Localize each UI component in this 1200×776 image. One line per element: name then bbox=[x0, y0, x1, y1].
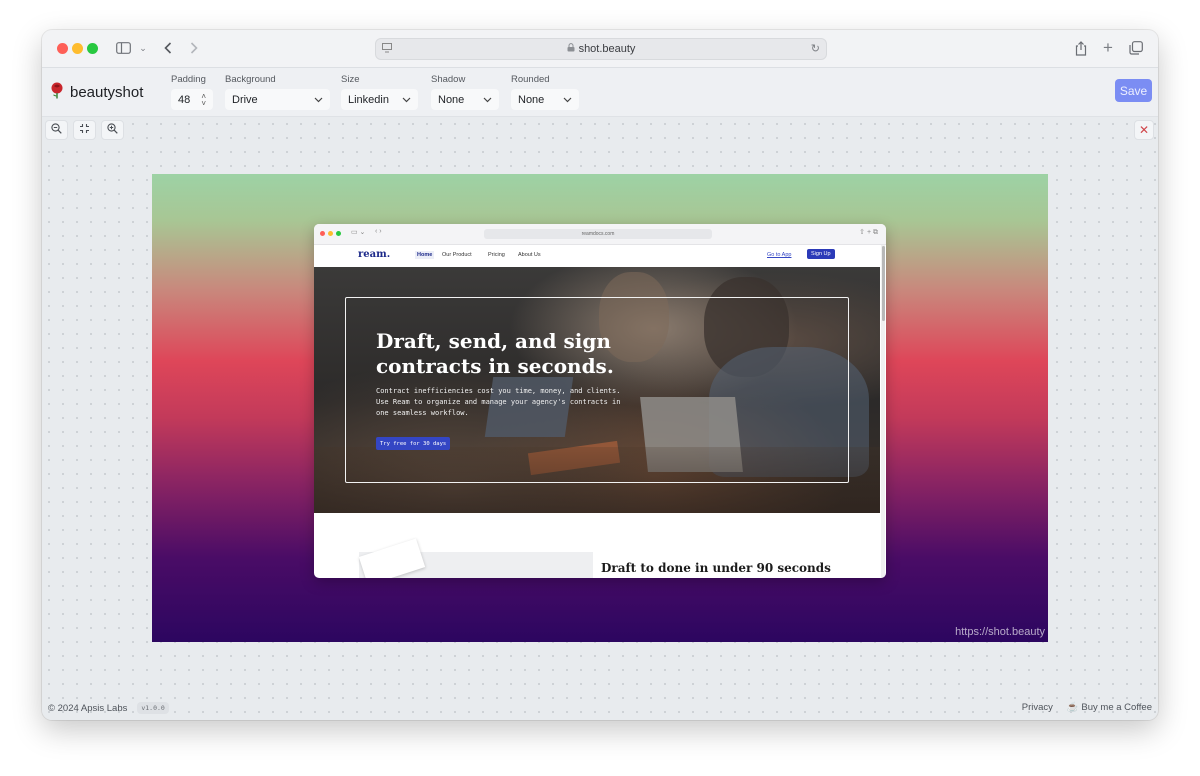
preview-address-bar: reamdocs.com bbox=[484, 229, 712, 239]
preview-go-to-app: Go to App bbox=[767, 252, 792, 258]
maximize-window-button[interactable] bbox=[87, 43, 98, 54]
preview-toolbar-icons: ⇧ + ⧉ bbox=[859, 229, 878, 236]
forward-icon[interactable] bbox=[185, 39, 203, 57]
preview-max-dot bbox=[336, 231, 341, 236]
section-title: Draft to done in under 90 seconds bbox=[601, 561, 831, 575]
shadow-label: Shadow bbox=[431, 74, 466, 85]
preview-url: reamdocs.com bbox=[581, 231, 615, 237]
size-select[interactable]: Linkedin bbox=[341, 89, 418, 110]
size-label: Size bbox=[341, 74, 360, 85]
lock-icon bbox=[567, 43, 575, 55]
preview-nav-about: About Us bbox=[518, 252, 541, 258]
close-button[interactable]: ✕ bbox=[1134, 120, 1154, 140]
zoom-out-icon bbox=[51, 123, 62, 137]
address-bar[interactable]: shot.beauty ↻ bbox=[375, 38, 827, 60]
preview-titlebar: ▭ ⌄ ‹ › reamdocs.com ⇧ + ⧉ bbox=[314, 224, 886, 245]
close-icon: ✕ bbox=[1138, 123, 1150, 137]
padding-value: 48 bbox=[178, 93, 191, 106]
zoom-in-button[interactable] bbox=[101, 120, 124, 140]
coffee-link[interactable]: ☕ Buy me a Coffee bbox=[1067, 702, 1152, 713]
background-value: Drive bbox=[232, 93, 258, 106]
screenshot-preview: ▭ ⌄ ‹ › reamdocs.com ⇧ + ⧉ ream. Home Ou… bbox=[314, 224, 886, 578]
preview-nav-pricing: Pricing bbox=[488, 252, 505, 258]
chevron-down-icon bbox=[563, 94, 572, 106]
close-window-button[interactable] bbox=[57, 43, 68, 54]
back-icon[interactable] bbox=[159, 39, 177, 57]
preview-hero: Draft, send, and sign contracts in secon… bbox=[314, 267, 880, 513]
preview-logo: ream. bbox=[358, 249, 391, 260]
hero-text: Contract inefficiencies cost you time, m… bbox=[376, 387, 621, 417]
zoom-out-button[interactable] bbox=[45, 120, 68, 140]
preview-sidebar-icon: ▭ ⌄ bbox=[351, 229, 366, 236]
shadow-value: None bbox=[438, 93, 465, 106]
background-control: Background Drive bbox=[225, 73, 330, 110]
preview-nav-icons: ‹ › bbox=[375, 228, 382, 235]
rounded-control: Rounded None bbox=[511, 73, 579, 110]
stepper-icon[interactable]: ˄ ˅ bbox=[201, 92, 206, 107]
shadow-select[interactable]: None bbox=[431, 89, 499, 110]
reload-icon[interactable]: ↻ bbox=[811, 42, 820, 55]
background-select[interactable]: Drive bbox=[225, 89, 330, 110]
rounded-value: None bbox=[518, 93, 545, 106]
tabs-icon[interactable] bbox=[1127, 39, 1145, 57]
coffee-icon: ☕ bbox=[1066, 702, 1079, 713]
coffee-label: Buy me a Coffee bbox=[1081, 702, 1152, 713]
save-button[interactable]: Save bbox=[1115, 79, 1152, 102]
rose-logo-icon bbox=[50, 82, 64, 103]
preview-scroll-thumb bbox=[882, 246, 885, 321]
share-icon[interactable] bbox=[1072, 39, 1090, 57]
brand-name: beautyshot bbox=[70, 84, 144, 101]
app-footer: © 2024 Apsis Labs v1.0.0 Privacy ☕ Buy m… bbox=[42, 698, 1158, 720]
url-text: shot.beauty bbox=[578, 43, 636, 55]
zoom-in-icon bbox=[107, 123, 118, 137]
size-control: Size Linkedin bbox=[341, 73, 418, 110]
padding-label: Padding bbox=[171, 74, 206, 85]
preview-sign-up: Sign Up bbox=[807, 249, 835, 259]
browser-window: ⌄ shot.beauty ↻ + beautyshot Padding 48 … bbox=[42, 30, 1158, 720]
preview-nav-home: Home bbox=[415, 251, 435, 259]
chevron-down-icon bbox=[314, 94, 323, 106]
chevron-down-icon[interactable]: ⌄ bbox=[134, 39, 152, 57]
chevron-down-icon bbox=[483, 94, 492, 106]
copyright-text: © 2024 Apsis Labs bbox=[48, 702, 128, 714]
preview-nav-product: Our Product bbox=[442, 252, 472, 258]
preview-navbar: ream. Home Our Product Pricing About Us … bbox=[314, 245, 886, 267]
size-value: Linkedin bbox=[348, 93, 389, 106]
preview-background: ▭ ⌄ ‹ › reamdocs.com ⇧ + ⧉ ream. Home Ou… bbox=[152, 174, 1048, 642]
rounded-select[interactable]: None bbox=[511, 89, 579, 110]
page-icon bbox=[382, 43, 392, 56]
sidebar-icon[interactable] bbox=[114, 39, 132, 57]
fit-icon bbox=[79, 123, 90, 137]
hero-cta-button: Try free for 30 days bbox=[376, 437, 451, 450]
preview-close-dot bbox=[320, 231, 325, 236]
chevron-down-icon bbox=[402, 94, 411, 106]
app-toolbar: beautyshot Padding 48 ˄ ˅ Background Driv… bbox=[42, 68, 1158, 117]
brand[interactable]: beautyshot bbox=[50, 82, 143, 103]
fit-button[interactable] bbox=[73, 120, 96, 140]
version-badge: v1.0.0 bbox=[137, 702, 169, 714]
rounded-label: Rounded bbox=[511, 74, 550, 85]
minimize-window-button[interactable] bbox=[72, 43, 83, 54]
privacy-link[interactable]: Privacy bbox=[1022, 702, 1053, 713]
editor-canvas: ✕ ▭ ⌄ ‹ › reamdocs.com ⇧ + ⧉ ream. Home … bbox=[42, 117, 1158, 720]
background-label: Background bbox=[225, 74, 276, 85]
padding-control: Padding 48 ˄ ˅ bbox=[171, 73, 213, 110]
watermark: https://shot.beauty bbox=[955, 626, 1045, 638]
hero-title: Draft, send, and sign contracts in secon… bbox=[376, 329, 614, 378]
plus-icon[interactable]: + bbox=[1099, 38, 1117, 57]
shadow-control: Shadow None bbox=[431, 73, 499, 110]
preview-min-dot bbox=[328, 231, 333, 236]
padding-stepper[interactable]: 48 ˄ ˅ bbox=[171, 89, 213, 110]
browser-titlebar: ⌄ shot.beauty ↻ + bbox=[42, 30, 1158, 68]
